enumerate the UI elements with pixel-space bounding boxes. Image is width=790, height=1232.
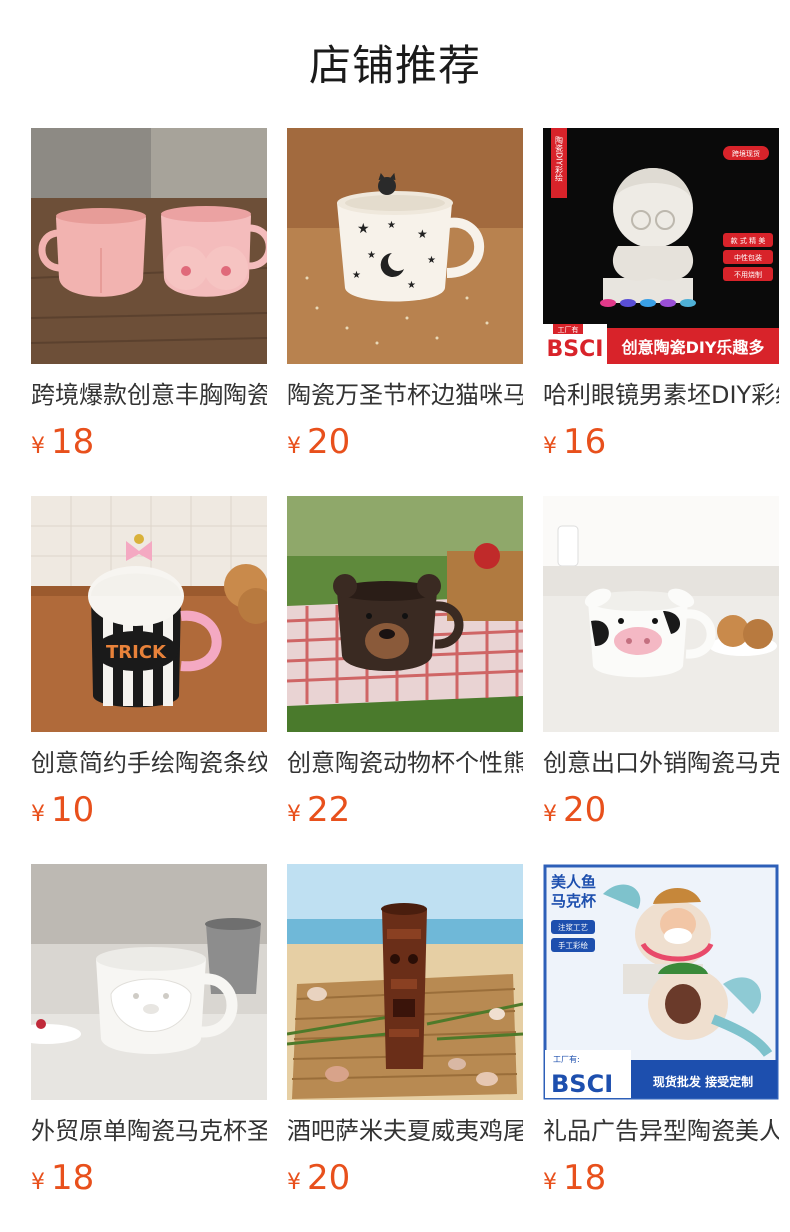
currency-symbol: ¥ bbox=[31, 1170, 45, 1195]
product-name: 跨境爆款创意丰胸陶瓷马克杯 bbox=[31, 381, 267, 409]
product-price: ¥18 bbox=[31, 422, 267, 462]
trick-striped-jar-image[interactable]: TRICK bbox=[31, 496, 267, 732]
svg-text:★: ★ bbox=[417, 227, 428, 241]
price-value: 22 bbox=[307, 790, 351, 830]
product-price: ¥22 bbox=[287, 790, 523, 830]
banner-text: 创意陶瓷DIY乐趣多 bbox=[621, 338, 765, 357]
product-name: 创意简约手绘陶瓷条纹马克杯 bbox=[31, 749, 267, 777]
product-price: ¥18 bbox=[31, 1158, 267, 1198]
product-name: 外贸原单陶瓷马克杯圣诞老人 bbox=[31, 1117, 267, 1145]
side-label: 陶瓷DIY彩绘 bbox=[555, 135, 564, 182]
tag-2: 中性包装 bbox=[734, 253, 762, 262]
diy-figure-image[interactable]: 陶瓷DIY彩绘 跨境现货 款 式 精 美 中性包装 不用烧制 工厂有 BSCI … bbox=[543, 128, 779, 364]
pink-body-mugs-image[interactable] bbox=[31, 128, 267, 364]
currency-symbol: ¥ bbox=[543, 802, 557, 827]
currency-symbol: ¥ bbox=[31, 802, 45, 827]
svg-text:★: ★ bbox=[367, 250, 376, 261]
product-price: ¥16 bbox=[543, 422, 779, 462]
tiki-mug-image[interactable] bbox=[287, 864, 523, 1100]
santa-mug-image[interactable] bbox=[31, 864, 267, 1100]
product-card[interactable]: 创意出口外销陶瓷马克杯 ¥20 bbox=[543, 496, 779, 830]
mermaid-mug-image[interactable]: 美人鱼 马克杯 注浆工艺 手工彩绘 工厂有: BSCI 现货批发 接受定制 bbox=[543, 864, 779, 1100]
tag-1: 款 式 精 美 bbox=[731, 236, 766, 245]
star-moon-cat-mug-image[interactable]: ★ ★ ★ ★ ★ ★ ★ bbox=[287, 128, 523, 364]
product-name: 创意陶瓷动物杯个性熊马克杯 bbox=[287, 749, 523, 777]
cow-mug-image[interactable] bbox=[543, 496, 779, 732]
price-value: 20 bbox=[307, 1158, 351, 1198]
product-name: 礼品广告异型陶瓷美人鱼马克杯 bbox=[543, 1117, 779, 1145]
product-card[interactable]: 美人鱼 马克杯 注浆工艺 手工彩绘 工厂有: BSCI 现货批发 接受定制 礼品… bbox=[543, 864, 779, 1198]
svg-text:★: ★ bbox=[387, 220, 396, 231]
product-price: ¥20 bbox=[287, 422, 523, 462]
price-value: 20 bbox=[563, 790, 607, 830]
product-card[interactable]: 酒吧萨米夫夏威夷鸡尾酒杯 ¥20 bbox=[287, 864, 523, 1198]
price-value: 10 bbox=[51, 790, 95, 830]
product-card[interactable]: 创意陶瓷动物杯个性熊马克杯 ¥22 bbox=[287, 496, 523, 830]
svg-text:★: ★ bbox=[352, 270, 361, 281]
tag-handpaint: 手工彩绘 bbox=[558, 940, 588, 950]
currency-symbol: ¥ bbox=[287, 802, 301, 827]
product-card[interactable]: ★ ★ ★ ★ ★ ★ ★ 陶瓷万圣节杯边猫咪马克杯 ¥20 bbox=[287, 128, 523, 462]
bsci-label: 工厂有 bbox=[558, 325, 579, 334]
tag-casting: 注浆工艺 bbox=[558, 922, 588, 932]
svg-text:★: ★ bbox=[357, 221, 370, 237]
price-value: 18 bbox=[51, 1158, 95, 1198]
product-card[interactable]: 跨境爆款创意丰胸陶瓷马克杯 ¥18 bbox=[31, 128, 267, 462]
currency-symbol: ¥ bbox=[31, 434, 45, 459]
top-tag: 跨境现货 bbox=[732, 149, 760, 158]
product-name: 陶瓷万圣节杯边猫咪马克杯 bbox=[287, 381, 523, 409]
banner-text: 现货批发 接受定制 bbox=[653, 1074, 753, 1089]
product-card[interactable]: 陶瓷DIY彩绘 跨境现货 款 式 精 美 中性包装 不用烧制 工厂有 BSCI … bbox=[543, 128, 779, 462]
mermaid-title-2: 马克杯 bbox=[551, 892, 597, 910]
product-name: 创意出口外销陶瓷马克杯 bbox=[543, 749, 779, 777]
factory-label: 工厂有: bbox=[553, 1054, 580, 1064]
product-name: 酒吧萨米夫夏威夷鸡尾酒杯 bbox=[287, 1117, 523, 1145]
price-value: 18 bbox=[51, 422, 95, 462]
product-price: ¥18 bbox=[543, 1158, 779, 1198]
trick-text: TRICK bbox=[106, 642, 167, 663]
tag-3: 不用烧制 bbox=[734, 270, 762, 279]
page-title: 店铺推荐 bbox=[308, 41, 481, 90]
currency-symbol: ¥ bbox=[543, 1170, 557, 1195]
product-card[interactable]: TRICK 创意简约手绘陶瓷条纹马克杯 ¥10 bbox=[31, 496, 267, 830]
product-price: ¥10 bbox=[31, 790, 267, 830]
currency-symbol: ¥ bbox=[287, 434, 301, 459]
product-card[interactable]: 外贸原单陶瓷马克杯圣诞老人 ¥18 bbox=[31, 864, 267, 1198]
currency-symbol: ¥ bbox=[287, 1170, 301, 1195]
price-value: 20 bbox=[307, 422, 351, 462]
price-value: 16 bbox=[563, 422, 607, 462]
currency-symbol: ¥ bbox=[543, 434, 557, 459]
price-value: 18 bbox=[563, 1158, 607, 1198]
bear-mug-image[interactable] bbox=[287, 496, 523, 732]
product-price: ¥20 bbox=[287, 1158, 523, 1198]
product-price: ¥20 bbox=[543, 790, 779, 830]
product-grid: 跨境爆款创意丰胸陶瓷马克杯 ¥18 bbox=[31, 128, 779, 1198]
svg-text:★: ★ bbox=[407, 280, 416, 291]
mermaid-title-1: 美人鱼 bbox=[551, 873, 596, 891]
bsci-text: BSCI bbox=[547, 337, 604, 362]
svg-text:★: ★ bbox=[427, 255, 436, 266]
bsci-text: BSCI bbox=[551, 1070, 613, 1098]
product-name: 哈利眼镜男素坯DIY彩绘 bbox=[543, 381, 779, 409]
